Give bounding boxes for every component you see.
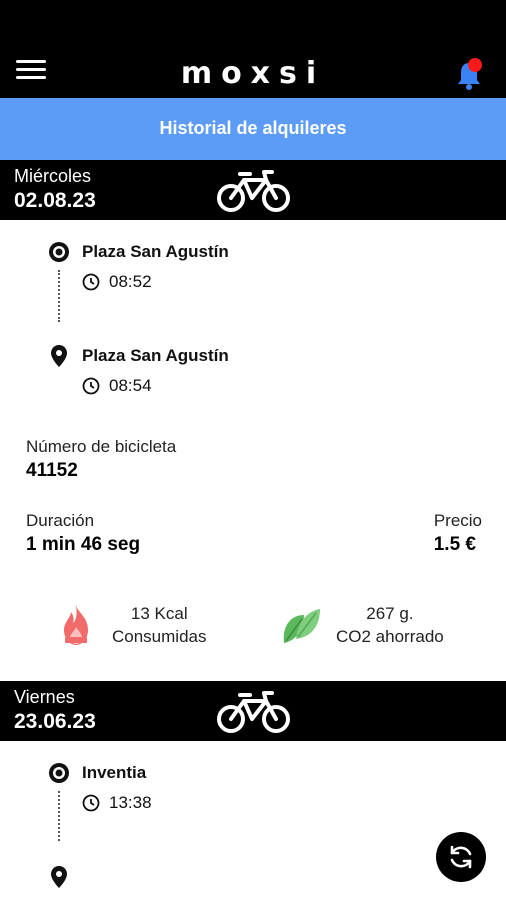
bicycle-icon (217, 691, 290, 733)
price-value: 1.5 € (433, 534, 476, 555)
destination-time-value: 08:54 (109, 376, 152, 395)
map-pin-icon (51, 345, 67, 367)
bike-number: 41152 (26, 460, 78, 481)
map-pin-icon (51, 866, 67, 888)
bike-number-label: Número de bicicleta (26, 437, 177, 456)
leaf-icon (283, 609, 320, 643)
price-label: Precio (433, 511, 482, 530)
page-title-bar: Historial de alquileres (0, 98, 506, 160)
origin-time: 08:52 (82, 272, 152, 292)
rental-date: 23.06.23 (14, 710, 96, 733)
route-connector (58, 270, 60, 322)
flame-icon (64, 605, 88, 645)
co2-value: 267 g. (366, 604, 414, 623)
destination-time: 08:54 (82, 376, 152, 396)
origin-station-name: Inventia (82, 763, 147, 782)
app-logo: moxsi (180, 56, 326, 91)
destination-station: Plaza San Agustín (48, 344, 229, 368)
origin-time-value: 13:38 (109, 793, 152, 812)
destination-station (48, 865, 70, 889)
page-title: Historial de alquileres (159, 118, 347, 138)
notification-badge (468, 58, 482, 72)
target-icon (49, 242, 69, 262)
clock-icon (82, 377, 100, 395)
rental-day-header: Miércoles 02.08.23 (0, 160, 506, 220)
duration-value: 1 min 46 seg (26, 534, 141, 555)
rental-date: 02.08.23 (14, 189, 96, 212)
calories-value: 13 Kcal (130, 604, 188, 623)
app-header: moxsi (0, 0, 506, 98)
destination-station-name: Plaza San Agustín (82, 346, 229, 365)
clock-icon (82, 794, 100, 812)
refresh-icon (450, 845, 472, 869)
clock-icon (82, 273, 100, 291)
co2-stat: 267 g. CO2 ahorrado (280, 602, 444, 648)
day-name: Miércoles (14, 166, 92, 186)
calories-stat: 13 Kcal Consumidas (58, 602, 207, 648)
bicycle-icon (217, 170, 290, 212)
origin-station: Plaza San Agustín (48, 240, 229, 264)
calories-label: Consumidas (112, 627, 207, 646)
duration-label: Duración (26, 511, 95, 530)
rental-day-header: Viernes 23.06.23 (0, 681, 506, 741)
origin-station: Inventia (48, 761, 146, 785)
day-name: Viernes (14, 687, 75, 707)
origin-time: 13:38 (82, 793, 152, 813)
refresh-button[interactable] (436, 832, 486, 882)
origin-station-name: Plaza San Agustín (82, 242, 229, 261)
target-icon (49, 763, 69, 783)
route-connector (58, 791, 60, 841)
origin-time-value: 08:52 (109, 272, 152, 291)
co2-label: CO2 ahorrado (336, 627, 444, 646)
